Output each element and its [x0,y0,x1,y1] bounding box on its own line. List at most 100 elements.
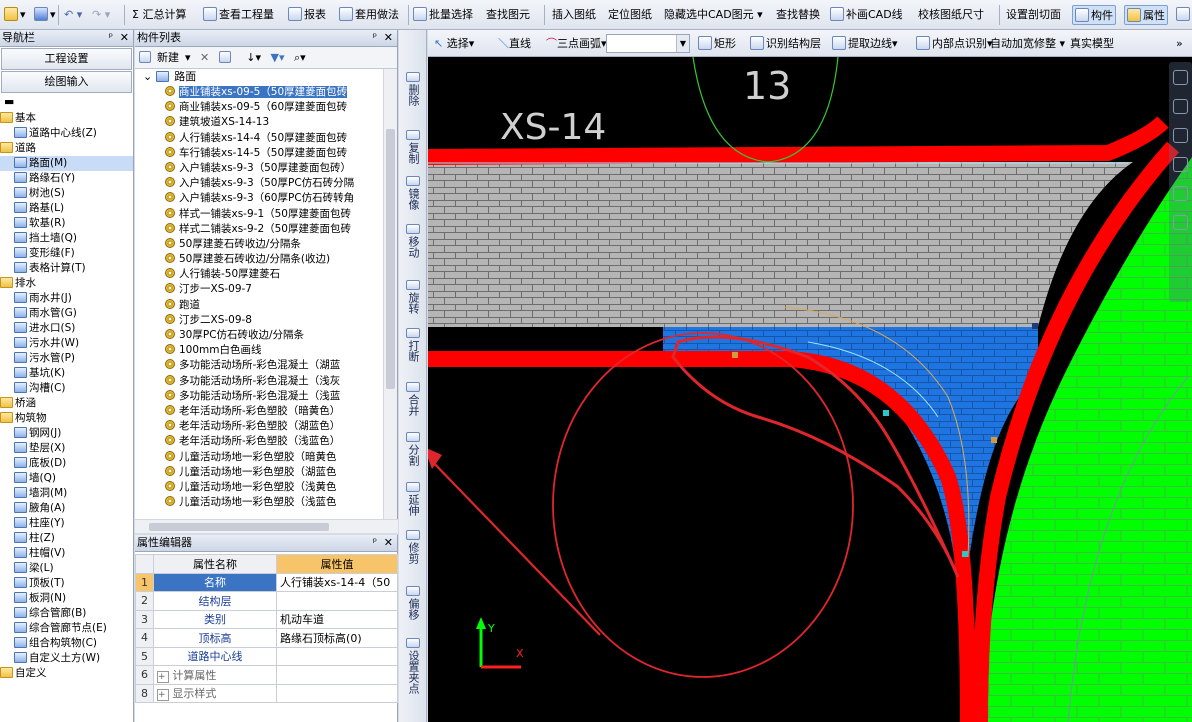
component-item[interactable]: 入户铺装xs-9-3（50厚PC仿石砖分隔 [135,176,383,191]
property-toggle[interactable]: 属性 [1124,5,1168,25]
component-item[interactable]: 老年活动场所-彩色塑胶（浅蓝色） [135,434,383,449]
nav-tree-item[interactable]: 自定义 [0,666,133,681]
edit-tool-button[interactable]: 复制 [401,130,425,167]
select-tool[interactable]: ↖ 选择▾ [434,34,474,54]
property-value[interactable]: 路缘石顶标高(0) [276,628,398,648]
pin-icon[interactable]: ᵖ [373,535,377,551]
component-root[interactable]: ⌄ 路面 [135,69,196,84]
nav-tree-item[interactable]: 雨水管(G) [0,306,133,321]
edit-tool-button[interactable]: 分割 [401,432,425,469]
insert-drawing-button[interactable]: 插入图纸 [552,5,596,25]
close-icon[interactable]: ✕ [120,30,129,46]
chevron-down-icon[interactable]: ⌄ [143,70,152,83]
cube-icon[interactable] [1173,215,1188,230]
component-vscroll[interactable] [383,69,397,519]
component-item[interactable]: 汀步一XS-09-7 [135,282,383,297]
nav-tree-item[interactable]: 综合管廊(B) [0,606,133,621]
nav-tree-item[interactable]: 自定义土方(W) [0,651,133,666]
nav-tree-item[interactable]: 梁(L) [0,561,133,576]
component-item[interactable]: 儿童活动场地一彩色塑胶（暗黄色 [135,450,383,465]
draw-input-button[interactable]: 绘图输入 [1,71,132,93]
pin-icon[interactable]: ᵖ [373,30,377,46]
nav-tree-item[interactable]: 路面(M) [0,156,133,171]
component-item[interactable]: 车行铺装xs-14-5（50厚建菱面包砖 [135,146,383,161]
nav-tree-item[interactable]: 基本 [0,111,133,126]
scroll-thumb[interactable] [386,129,395,389]
undo-icon[interactable]: ↶ ▾ [64,5,82,25]
edit-tool-button[interactable]: 删除 [401,72,425,109]
more-icon[interactable] [1176,5,1192,25]
property-row[interactable]: 8 + 显示样式 [135,683,398,703]
component-item[interactable]: 老年活动场所-彩色塑胶（暗黄色） [135,404,383,419]
component-item[interactable]: 商业铺装xs-09-5（50厚建菱面包砖 [135,85,383,100]
new-component-button[interactable]: 新建 ▾ [139,51,191,64]
extract-edge-button[interactable]: 提取边线▾ [832,34,898,54]
edit-tool-button[interactable]: 旋转 [401,280,425,317]
calc-total-button[interactable]: Σ 汇总计算 [132,5,186,25]
component-item[interactable]: 30厚PC仿石砖收边/分隔条 [135,328,383,343]
nav-tree-item[interactable]: 软基(R) [0,216,133,231]
grip-point[interactable] [883,410,889,416]
grip-point[interactable] [962,551,968,557]
pin-icon[interactable]: ᵖ [109,30,113,46]
close-icon[interactable]: ✕ [384,30,393,46]
nav-tree-item[interactable]: 垫层(X) [0,441,133,456]
view-icon[interactable] [1173,186,1188,201]
nav-tree-item[interactable]: 柱(Z) [0,531,133,546]
locate-drawing-button[interactable]: 定位图纸 [608,5,652,25]
property-row[interactable]: 5 道路中心线 [135,646,398,666]
redo-icon[interactable]: ↷ ▾ [92,5,110,25]
nav-tree-item[interactable]: 沟槽(C) [0,381,133,396]
inner-point-button[interactable]: 内部点识别▾ [916,34,993,54]
nav-tree-item[interactable]: 底板(D) [0,456,133,471]
project-settings-button[interactable]: 工程设置 [1,48,132,70]
property-value[interactable]: 人行铺装xs-14-4（50 [276,572,398,592]
nav-tree-item[interactable]: 柱帽(V) [0,546,133,561]
nav-tree-item[interactable]: 基坑(K) [0,366,133,381]
component-item[interactable]: 50厚建菱石砖收边/分隔条 [135,237,383,252]
component-item[interactable]: 50厚建菱石砖收边/分隔条(收边) [135,252,383,267]
edit-tool-button[interactable]: 修剪 [401,530,425,567]
grip-point[interactable] [1032,323,1038,329]
pan-icon[interactable] [1173,99,1188,114]
arc-tool[interactable]: ⌒三点画弧▾ [546,34,607,54]
nav-tree-item[interactable]: 墙(Q) [0,471,133,486]
chevron-down-icon[interactable]: ▼ [676,35,689,52]
open-icon[interactable]: ▾ [4,5,26,25]
real-model-button[interactable]: 真实模型 [1070,34,1114,54]
property-value[interactable] [276,591,398,611]
property-row[interactable]: 1 名称 人行铺装xs-14-4（50 [135,572,398,592]
rotate-icon[interactable] [1173,157,1188,172]
nav-tree-item[interactable]: 进水口(S) [0,321,133,336]
component-item[interactable]: 入户铺装xs-9-3（60厚PC仿石砖转角 [135,191,383,206]
edit-tool-button[interactable]: 合并 [401,382,425,419]
property-row[interactable]: 4 顶标高 路缘石顶标高(0) [135,628,398,648]
component-hscroll[interactable] [135,519,398,533]
batch-select-button[interactable]: 批量选择 [413,5,473,25]
nav-tree-item[interactable]: 板洞(N) [0,591,133,606]
find-icon[interactable]: ⌕▾ [294,51,306,64]
nav-tree-item[interactable]: 柱座(Y) [0,516,133,531]
nav-tree-item[interactable]: 组合构筑物(C) [0,636,133,651]
view-qty-button[interactable]: 查看工程量 [203,5,274,25]
edit-tool-button[interactable]: 偏移 [401,586,425,623]
line-tool[interactable]: ＼直线 [498,34,531,54]
close-icon[interactable]: ✕ [384,535,393,551]
report-button[interactable]: 报表 [288,5,326,25]
nav-tree-item[interactable]: 道路中心线(Z) [0,126,133,141]
nav-tree-item[interactable]: 表格计算(T) [0,261,133,276]
auto-widen-button[interactable]: 自动加宽修整 ▾ [990,34,1065,54]
expand-icon[interactable]: » [1176,34,1183,54]
find-replace-button[interactable]: 查找替换 [776,5,820,25]
property-row[interactable]: 2 结构层 [135,591,398,611]
grey-paving-area[interactable] [428,162,1133,327]
nav-tree-item[interactable]: 污水管(P) [0,351,133,366]
nav-tree-collapse[interactable]: ▬ [0,93,133,111]
set-section-button[interactable]: 设置剖切面 [1006,5,1061,25]
component-item[interactable]: 人行铺装-50厚建菱石 [135,267,383,282]
component-item[interactable]: 儿童活动场地一彩色塑胶（浅蓝色 [135,495,383,510]
property-value[interactable] [276,665,398,685]
apply-method-button[interactable]: 套用做法 [339,5,399,25]
nav-tree-item[interactable]: 雨水井(J) [0,291,133,306]
nav-tree-item[interactable]: 树池(S) [0,186,133,201]
